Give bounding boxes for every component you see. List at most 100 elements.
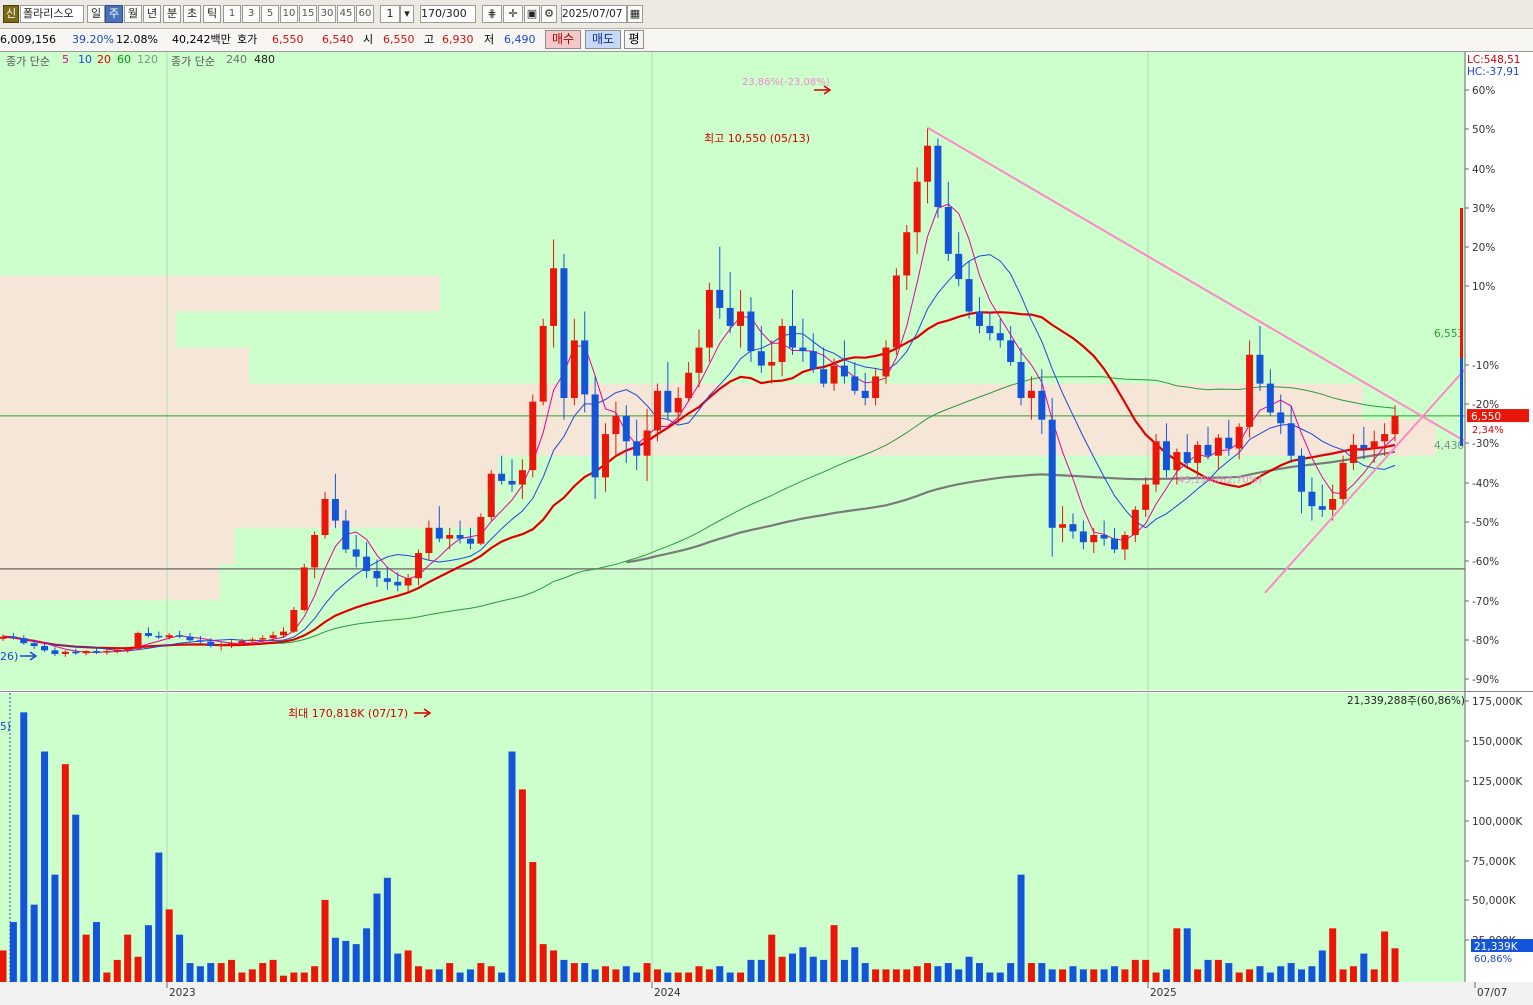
volume-bar [539,944,547,982]
sell-button[interactable]: 매도 [585,30,621,49]
candle-body [996,333,1004,341]
volume-bar [1162,969,1170,982]
date-field[interactable]: 2025/07/07 [561,5,627,23]
volume-bar [550,950,558,982]
crosshair-button[interactable]: ✛ [503,5,523,23]
candle-body [217,644,225,647]
save-button[interactable]: ▣ [524,5,540,23]
volume-bar [331,937,339,982]
x-axis-label: 2025 [1150,987,1177,999]
interval-button-45[interactable]: 45 [337,5,355,23]
candle-body [830,365,838,384]
candle-body [1266,383,1274,413]
candle-body [1235,426,1243,449]
period-tab-2[interactable]: 월 [124,5,142,23]
interval-dropdown-button[interactable]: ▾ [400,5,414,23]
volume-bar [653,969,661,982]
buy-button[interactable]: 매수 [545,30,581,49]
period-tab-6[interactable]: 틱 [203,5,221,23]
candle-body [1090,535,1098,543]
period-tab-5[interactable]: 초 [183,5,201,23]
candle-body [134,633,142,649]
period-tab-3[interactable]: 년 [143,5,161,23]
ask-price: 6,550 [272,33,304,46]
volume-bar [581,963,589,982]
x-axis-label: 07/07 [1477,987,1507,999]
candle-body [1339,462,1347,499]
candle-body [851,376,859,391]
y-axis-label: -90% [1472,674,1499,686]
volume-bar [975,963,983,982]
candle-body [1308,491,1316,507]
ma-period-60: 60 [117,53,131,66]
y-axis-label: -40% [1472,478,1499,490]
candle-body [633,441,641,456]
candle-body [737,311,745,326]
volume-bar [591,969,599,982]
interval-button-1[interactable]: 1 [223,5,241,23]
candle-body [1204,444,1212,456]
candle-body [1027,390,1035,399]
period-tab-4[interactable]: 분 [163,5,181,23]
candle-body [664,390,672,413]
candle-body [165,635,173,638]
candle-body [383,578,391,582]
candle-body [861,390,869,399]
candle-body [1360,444,1368,449]
candle-body [342,520,350,550]
candle-settings-button[interactable]: ⋕ [482,5,502,23]
candle-body [1225,437,1233,449]
interval-button-60[interactable]: 60 [356,5,374,23]
volume-bar [1017,874,1025,982]
volume-bar [705,969,713,982]
calendar-button[interactable]: ▦ [627,5,643,23]
candle-body [1298,455,1306,492]
volume-bar [1183,928,1191,982]
current-change-label: 2,34% [1472,425,1504,436]
volume-y-label: 175,000K [1472,696,1523,708]
support-value: 4,430 [1434,440,1464,452]
volume-bar [103,972,111,982]
volume-bar [560,959,568,982]
volume-bar [196,966,204,982]
candle-body [1194,444,1202,463]
candle-body [1183,452,1191,463]
count-value: 170 [421,7,442,20]
count-field[interactable]: 170/300 [420,5,476,23]
interval-button-15[interactable]: 15 [299,5,317,23]
candle-body [124,648,132,651]
y-axis-label: -60% [1472,556,1499,568]
period-tab-0[interactable]: 일 [87,5,105,23]
period-tab-1[interactable]: 주 [105,5,123,23]
interval-button-30[interactable]: 30 [318,5,336,23]
volume-profile-bar [0,527,235,564]
interval-button-5[interactable]: 5 [261,5,279,23]
interval-button-10[interactable]: 10 [280,5,298,23]
crosshair-icon: ✛ [508,7,518,20]
candle-body [1256,354,1264,384]
candle-body [591,394,599,478]
volume-bar [1329,928,1337,982]
stock-name-field[interactable]: 폴라리스오 [20,5,84,23]
interval-button-3[interactable]: 3 [242,5,260,23]
candle-body [113,650,121,652]
candle-body [726,307,734,326]
settings-button[interactable]: ⚙ [541,5,557,23]
candle-body [41,646,49,651]
volume-bar [1069,966,1077,982]
volume-max-label: 최대 170,818K (07/17) [288,707,408,720]
volume-bar [415,966,423,982]
eval-button[interactable]: 평 [624,30,644,49]
volume-left-marker: 5) [0,721,11,733]
gauge-down-bar [1460,358,1463,446]
stock-chart[interactable]: 최고 10,550 (05/13) 23,86%(-23,08%) 45,19%(6… [0,52,1533,1005]
y-axis-label: 60% [1472,85,1495,97]
lc-label: LC:548,51 [1467,54,1520,66]
candle-body [176,635,184,637]
quote-label: 호가 [237,33,258,46]
volume-bar [986,972,994,982]
interval-value-field[interactable]: 1 [380,5,400,23]
turnover-rate: 12.08% [116,33,158,46]
volume-bar [1381,931,1389,982]
candle-body [394,581,402,586]
